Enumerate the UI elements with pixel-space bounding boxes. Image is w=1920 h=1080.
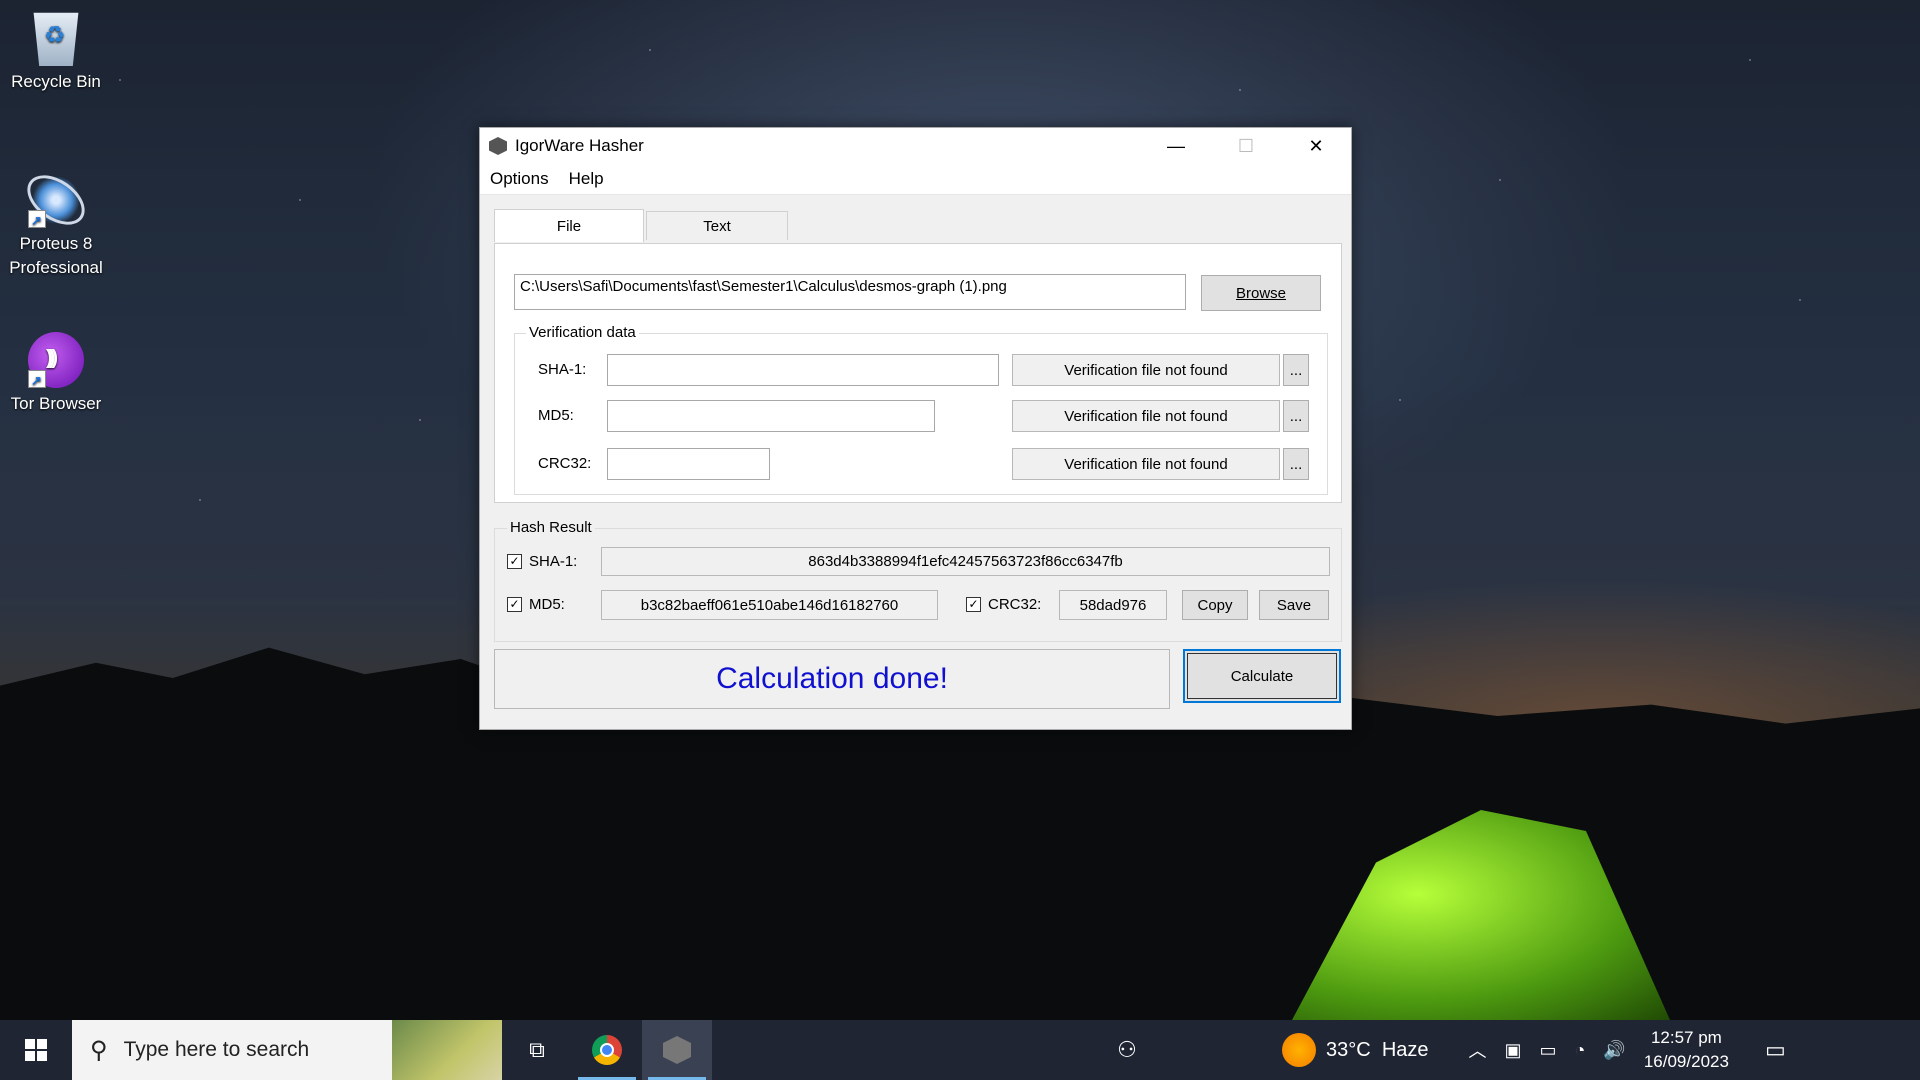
- meet-now-icon[interactable]: ▣: [1505, 1040, 1522, 1061]
- hasher-taskbar-icon: [663, 1036, 691, 1064]
- maximize-icon: ☐: [1237, 135, 1255, 156]
- chevron-up-icon[interactable]: ︿: [1469, 1037, 1487, 1063]
- weather-temp: 33°C: [1326, 1038, 1371, 1061]
- taskbar-hasher[interactable]: [642, 1020, 712, 1080]
- volume-icon[interactable]: 🔊: [1603, 1040, 1625, 1061]
- result-sha1-label: SHA-1:: [529, 553, 578, 570]
- people-icon: ⚇: [1117, 1037, 1137, 1062]
- title-bar[interactable]: IgorWare Hasher — ☐ ✕: [480, 128, 1351, 164]
- check-icon: ✓: [509, 597, 520, 611]
- verify-sha1-status: Verification file not found: [1012, 354, 1280, 386]
- weather-sun-icon: [1282, 1033, 1316, 1067]
- verify-crc32-status: Verification file not found: [1012, 448, 1280, 480]
- desktop-icon-label: Tor Browser: [10, 394, 102, 413]
- check-icon: ✓: [968, 597, 979, 611]
- verify-md5-input[interactable]: [607, 400, 935, 432]
- system-tray: ︿ ▣ ▭ ◔ 🔊: [1469, 1037, 1626, 1063]
- weather-condition: Haze: [1381, 1038, 1429, 1061]
- chrome-icon: [592, 1035, 622, 1065]
- task-view-button[interactable]: ⧉: [502, 1020, 572, 1080]
- desktop-icon-proteus[interactable]: Proteus 8 Professional: [6, 172, 106, 280]
- search-icon: ⚲: [90, 1036, 108, 1064]
- hash-result-group: [494, 528, 1342, 642]
- shortcut-arrow-icon: [28, 209, 46, 233]
- browse-label: Browse: [1235, 284, 1287, 302]
- close-icon: ✕: [1308, 135, 1324, 156]
- menu-help[interactable]: Help: [559, 169, 614, 189]
- status-message: Calculation done!: [494, 649, 1170, 709]
- calculate-button[interactable]: Calculate: [1183, 649, 1341, 703]
- minimize-button[interactable]: —: [1141, 128, 1211, 164]
- shortcut-arrow-icon: [28, 369, 46, 393]
- windows-logo-icon: [25, 1039, 47, 1061]
- taskbar-search-box[interactable]: ⚲ Type here to search: [72, 1020, 502, 1080]
- desktop-icon-recycle-bin[interactable]: Recycle Bin: [6, 10, 106, 94]
- calculate-label: Calculate: [1230, 667, 1294, 685]
- file-path-field[interactable]: C:\Users\Safi\Documents\fast\Semester1\C…: [514, 274, 1186, 310]
- recycle-bin-icon: [33, 12, 79, 66]
- sha1-checkbox[interactable]: ✓: [507, 554, 522, 569]
- result-md5-label: MD5:: [529, 596, 565, 613]
- result-crc32-label: CRC32:: [988, 596, 1042, 613]
- verify-crc32-label: CRC32:: [538, 455, 592, 472]
- proteus-icon: [28, 172, 84, 233]
- people-button[interactable]: ⚇: [1092, 1020, 1162, 1080]
- clock-date: 16/09/2023: [1643, 1052, 1729, 1071]
- check-icon: ✓: [509, 554, 520, 568]
- browse-button[interactable]: Browse: [1201, 275, 1321, 311]
- save-button[interactable]: Save: [1259, 590, 1329, 620]
- search-placeholder: Type here to search: [123, 1038, 310, 1061]
- window-title: IgorWare Hasher: [515, 136, 644, 155]
- clock-time: 12:57 pm: [1650, 1028, 1722, 1047]
- taskbar: ⚲ Type here to search ⧉ ⚇ 33°C Haze ︿ ▣ …: [0, 1020, 1920, 1080]
- tor-browser-icon: [28, 332, 84, 393]
- md5-checkbox[interactable]: ✓: [507, 597, 522, 612]
- hash-result-group-label: Hash Result: [507, 519, 595, 536]
- result-sha1-value[interactable]: 863d4b3388994f1efc42457563723f86cc6347fb: [601, 547, 1330, 576]
- search-highlight-image: [392, 1020, 502, 1080]
- verify-sha1-label: SHA-1:: [538, 361, 587, 378]
- result-md5-value[interactable]: b3c82baeff061e510abe146d16182760: [601, 590, 938, 620]
- minimize-icon: —: [1167, 135, 1185, 156]
- result-crc32-value[interactable]: 58dad976: [1059, 590, 1167, 620]
- verify-md5-browse-button[interactable]: ...: [1283, 400, 1309, 432]
- clock[interactable]: 12:57 pm 16/09/2023: [1644, 1026, 1729, 1074]
- menu-bar: Options Help: [480, 164, 1351, 195]
- start-button[interactable]: [0, 1020, 72, 1080]
- tab-strip: File Text: [494, 209, 788, 242]
- desktop-icon-label: Recycle Bin: [11, 72, 101, 91]
- verify-crc32-input[interactable]: [607, 448, 770, 480]
- hasher-app-icon: [489, 137, 507, 155]
- taskbar-chrome[interactable]: [572, 1020, 642, 1080]
- menu-options[interactable]: Options: [480, 169, 559, 189]
- maximize-button: ☐: [1211, 128, 1281, 164]
- hasher-window: IgorWare Hasher — ☐ ✕ Options Help File …: [479, 127, 1352, 730]
- tab-file[interactable]: File: [494, 209, 644, 242]
- desktop-icon-tor-browser[interactable]: Tor Browser: [6, 332, 106, 416]
- desktop-icon-label: Proteus 8 Professional: [9, 234, 103, 277]
- verify-md5-label: MD5:: [538, 407, 574, 424]
- tab-text[interactable]: Text: [646, 211, 788, 240]
- weather-widget[interactable]: 33°C Haze: [1282, 1033, 1429, 1067]
- crc32-checkbox[interactable]: ✓: [966, 597, 981, 612]
- close-button[interactable]: ✕: [1281, 128, 1351, 164]
- wifi-icon[interactable]: ◔: [1575, 1040, 1586, 1061]
- verification-group-label: Verification data: [526, 324, 639, 341]
- battery-icon[interactable]: ▭: [1540, 1040, 1557, 1061]
- verify-md5-status: Verification file not found: [1012, 400, 1280, 432]
- copy-button[interactable]: Copy: [1182, 590, 1248, 620]
- verify-crc32-browse-button[interactable]: ...: [1283, 448, 1309, 480]
- verify-sha1-input[interactable]: [607, 354, 999, 386]
- task-view-icon: ⧉: [529, 1037, 545, 1062]
- notification-icon[interactable]: ▭: [1765, 1037, 1786, 1063]
- verify-sha1-browse-button[interactable]: ...: [1283, 354, 1309, 386]
